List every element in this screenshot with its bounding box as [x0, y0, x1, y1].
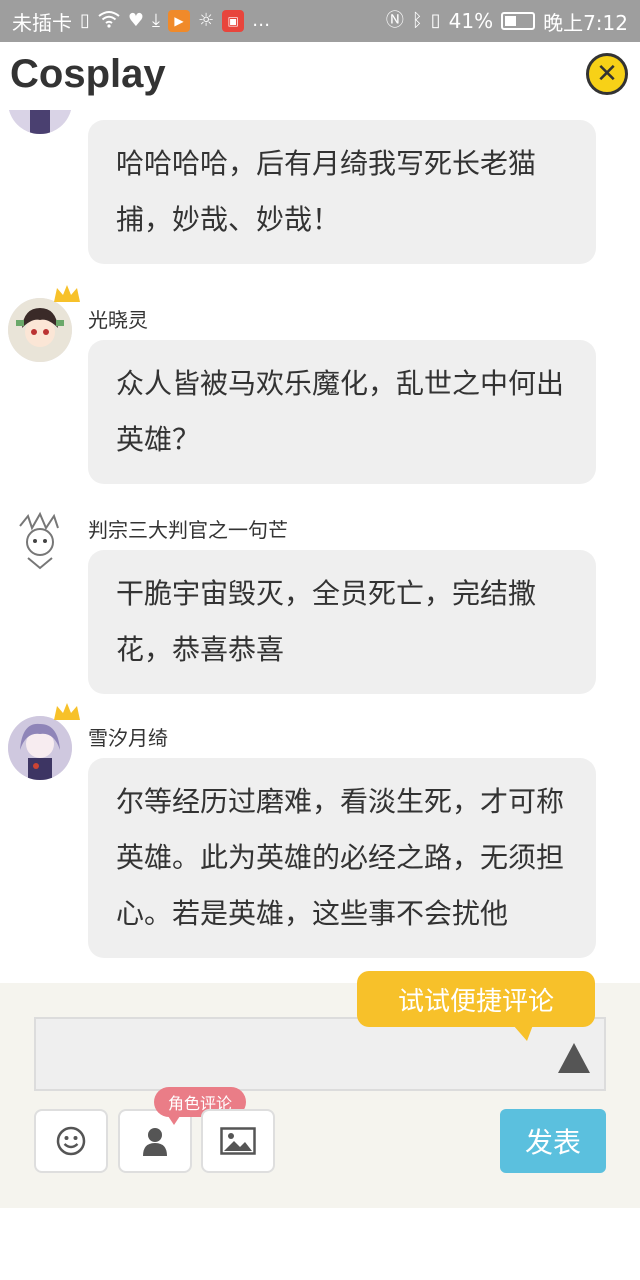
header: Cosplay ✕: [0, 42, 640, 110]
comment-bubble: 尔等经历过磨难，看淡生死，才可称英雄。此为英雄的必经之路，无须担心。若是英雄，这…: [88, 758, 596, 958]
comment-username[interactable]: 雪汐月绮: [88, 722, 168, 751]
image-icon: [220, 1127, 256, 1155]
battery-percent: 41%: [448, 9, 494, 33]
bluetooth-icon: ᛒ: [411, 10, 423, 31]
app-root: 未插卡 ▯ ♥ ⤓ ▶ ☼ ▣ … Ⓝ ᛒ ▯ 41% 晚上7:12 Cospl…: [0, 0, 640, 1280]
quick-comment-tip[interactable]: 试试便捷评论: [357, 971, 595, 1041]
comment-list[interactable]: 哈哈哈哈，后有月绮我写死长老猫捕，妙哉、妙哉！ 光晓灵 众人皆被马欢乐魔化，乱世…: [0, 110, 640, 983]
avatar[interactable]: [8, 703, 80, 780]
battery-icon: [501, 12, 536, 30]
carrier-label: 未插卡: [12, 10, 72, 35]
avatar[interactable]: [8, 285, 80, 362]
post-button[interactable]: 发表: [500, 1109, 606, 1173]
nfc-icon: Ⓝ: [385, 10, 404, 31]
download-icon: ⤓: [152, 10, 161, 31]
comment-username[interactable]: 光晓灵: [88, 304, 148, 333]
wifi-icon: [98, 10, 120, 32]
person-icon: [143, 1128, 167, 1156]
crown-icon: [54, 285, 80, 302]
emoji-button[interactable]: [34, 1109, 108, 1173]
health-heart-icon: ♥: [127, 10, 145, 31]
smiley-icon: [56, 1126, 86, 1156]
clock: 晚上7:12: [543, 10, 628, 35]
role-comment-button[interactable]: [118, 1109, 192, 1173]
close-icon: ✕: [596, 59, 618, 89]
comment-bubble: 众人皆被马欢乐魔化，乱世之中何出英雄？: [88, 340, 596, 484]
shopping-app-icon: ▣: [222, 10, 245, 32]
close-button[interactable]: ✕: [586, 53, 628, 95]
avatar[interactable]: [8, 508, 72, 572]
comment-bubble: 干脆宇宙毁灭，全员死亡，完结撒花，恭喜恭喜: [88, 550, 596, 694]
comment-username[interactable]: 判宗三大判官之一句芒: [88, 514, 288, 543]
expand-triangle-icon[interactable]: [558, 1043, 590, 1073]
video-app-icon: ▶: [168, 10, 191, 32]
sim-alert-icon: ▯: [80, 10, 90, 31]
lightbulb-icon: ☼: [198, 10, 215, 31]
crown-icon: [54, 703, 80, 720]
vibrate-icon: ▯: [430, 10, 441, 31]
comment-composer: 试试便捷评论 角色评论 发表: [0, 971, 640, 1208]
image-button[interactable]: [201, 1109, 275, 1173]
battery-fill: [505, 16, 517, 26]
page-title: Cosplay: [10, 52, 166, 96]
comment-bubble: 哈哈哈哈，后有月绮我写死长老猫捕，妙哉、妙哉！: [88, 120, 596, 264]
status-bar: 未插卡 ▯ ♥ ⤓ ▶ ☼ ▣ … Ⓝ ᛒ ▯ 41% 晚上7:12: [0, 0, 640, 42]
avatar[interactable]: [8, 110, 72, 134]
more-icon: …: [252, 10, 271, 31]
